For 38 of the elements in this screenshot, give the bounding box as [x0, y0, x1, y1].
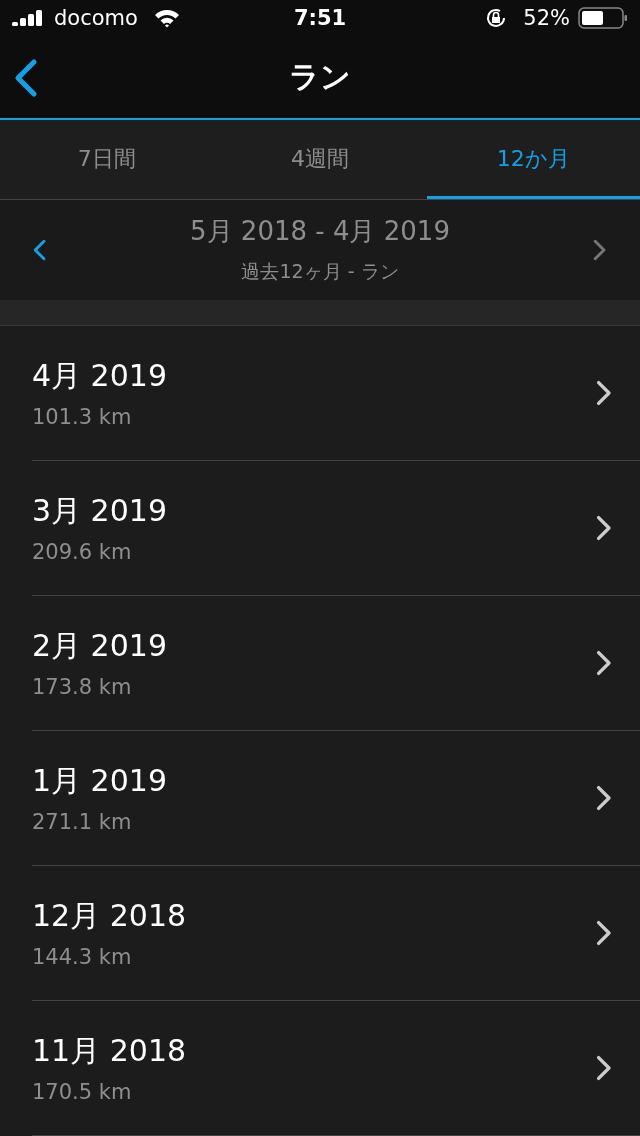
month-label: 11月 2018	[32, 1032, 188, 1071]
date-range: 5月 2018 - 4月 2019	[190, 215, 450, 249]
carrier-name: docomo	[54, 6, 138, 31]
distance-value: 144.3 km	[32, 945, 133, 970]
month-row[interactable]: 4月 2019 101.3 km	[32, 326, 640, 461]
distance-value: 170.5 km	[32, 1080, 133, 1105]
period-tab[interactable]: 7日間	[0, 120, 214, 199]
battery-percent: 52%	[523, 6, 570, 31]
battery-icon	[578, 7, 628, 30]
month-row[interactable]: 3月 2019 209.6 km	[32, 461, 640, 596]
chevron-icon	[596, 650, 612, 676]
chevron-left-icon	[33, 238, 47, 261]
chevron-right-icon	[593, 238, 607, 261]
wifi-icon	[153, 8, 180, 28]
period-tab[interactable]: 4週間	[213, 120, 427, 199]
month-label: 2月 2019	[32, 627, 168, 666]
month-row[interactable]: 2月 2019 173.8 km	[32, 596, 640, 731]
month-label: 1月 2019	[32, 762, 168, 801]
range-subtitle: 過去12ヶ月 - ラン	[241, 259, 399, 285]
month-row[interactable]: 12月 2018 144.3 km	[32, 866, 640, 1001]
distance-value: 209.6 km	[32, 540, 133, 565]
month-label: 4月 2019	[32, 357, 168, 396]
back-chevron-icon	[14, 57, 38, 98]
chevron-icon	[596, 785, 612, 811]
month-row[interactable]: 1月 2019 271.1 km	[32, 731, 640, 866]
chevron-icon	[596, 380, 612, 406]
chevron-icon	[596, 515, 612, 541]
distance-value: 271.1 km	[32, 810, 133, 835]
month-label: 3月 2019	[32, 492, 168, 531]
chevron-icon	[596, 1055, 612, 1081]
clock-time: 7:51	[293, 6, 347, 31]
month-row[interactable]: 11月 2018 170.5 km	[32, 1001, 640, 1136]
month-label: 12月 2018	[32, 897, 188, 936]
rotation-lock-icon	[485, 7, 508, 30]
distance-value: 173.8 km	[32, 675, 133, 700]
distance-value: 101.3 km	[32, 405, 133, 430]
chevron-icon	[596, 920, 612, 946]
screen-title: ラン	[289, 58, 351, 96]
